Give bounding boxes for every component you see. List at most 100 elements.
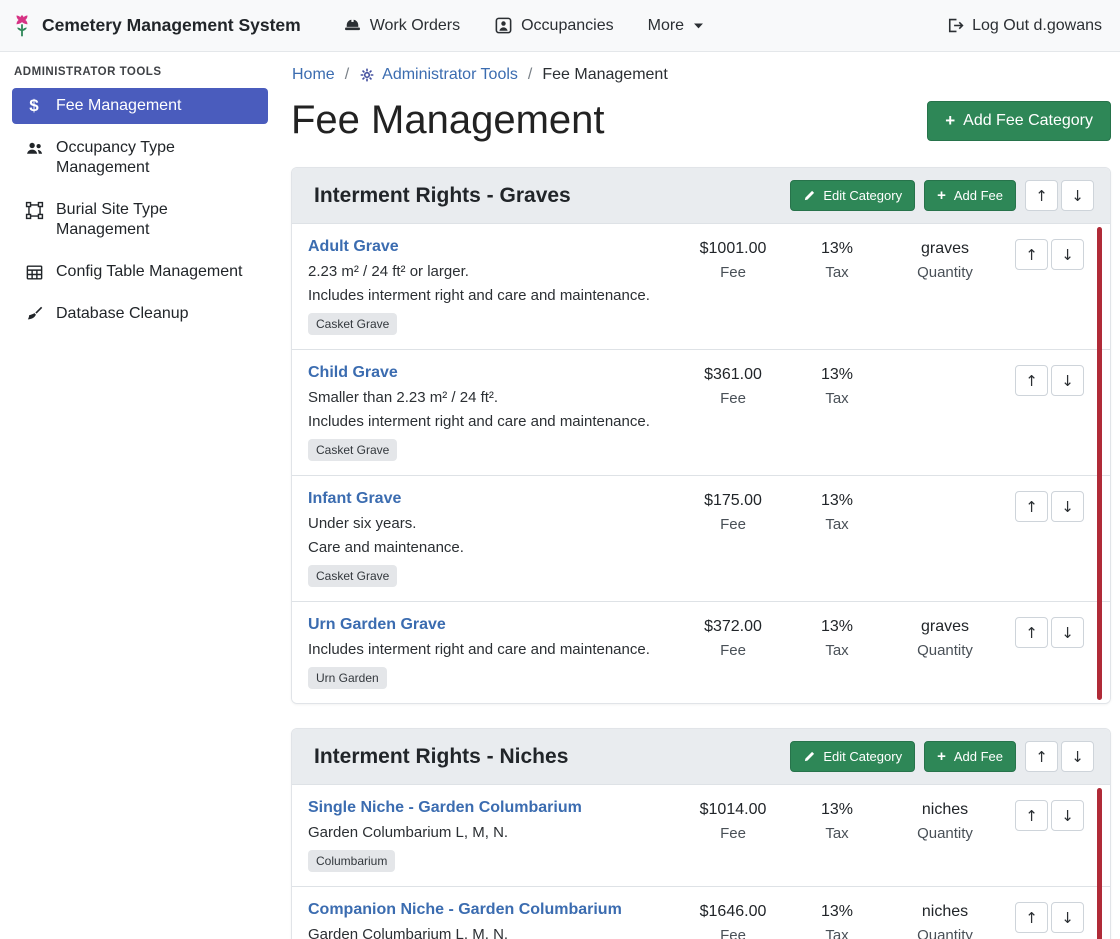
fee-row: Child Grave Smaller than 2.23 m² / 24 ft… bbox=[292, 349, 1110, 475]
category-reorder-buttons: ↑ ↓ bbox=[1025, 180, 1094, 211]
scrollbar[interactable] bbox=[1097, 788, 1102, 939]
fee-amount-label: Fee bbox=[681, 390, 785, 407]
sidebar-item-database-cleanup[interactable]: Database Cleanup bbox=[12, 296, 268, 332]
quantity-label: Quantity bbox=[889, 927, 1001, 939]
sidebar-item-burial-site-type-management[interactable]: Burial Site Type Management bbox=[12, 192, 268, 248]
sidebar-item-fee-management[interactable]: $ Fee Management bbox=[12, 88, 268, 124]
quantity-value: graves bbox=[889, 618, 1001, 636]
nav-work-orders[interactable]: Work Orders bbox=[343, 16, 460, 35]
sidebar-item-config-table-management[interactable]: Config Table Management bbox=[12, 254, 268, 290]
nav-occupancies[interactable]: Occupancies bbox=[494, 16, 614, 35]
fee-row: Urn Garden Grave Includes interment righ… bbox=[292, 601, 1110, 703]
fee-amount: $1646.00 bbox=[681, 903, 785, 921]
categories: Interment Rights - Graves Edit Category … bbox=[291, 167, 1111, 939]
person-frame-icon bbox=[494, 16, 513, 35]
category-actions: Edit Category + Add Fee ↑ ↓ bbox=[790, 741, 1094, 772]
breadcrumb-admin-tools-link[interactable]: Administrator Tools bbox=[359, 66, 518, 84]
page-header: Fee Management + Add Fee Category bbox=[291, 98, 1111, 143]
fee-name-link[interactable]: Companion Niche - Garden Columbarium bbox=[308, 901, 622, 919]
breadcrumb-separator: / bbox=[345, 66, 349, 84]
move-fee-up-button[interactable]: ↑ bbox=[1015, 800, 1048, 831]
tax-label: Tax bbox=[785, 825, 889, 842]
move-category-down-button[interactable]: ↓ bbox=[1061, 741, 1094, 772]
logout-icon bbox=[945, 16, 964, 35]
fee-reorder-buttons: ↑ ↓ bbox=[1015, 365, 1084, 396]
quantity-cell: niches Quantity bbox=[889, 799, 1001, 842]
add-fee-category-button[interactable]: + Add Fee Category bbox=[927, 101, 1111, 141]
fee-info: Single Niche - Garden Columbarium Garden… bbox=[308, 799, 681, 872]
move-fee-down-button[interactable]: ↓ bbox=[1051, 902, 1084, 933]
fee-name-link[interactable]: Child Grave bbox=[308, 364, 398, 382]
move-fee-up-button[interactable]: ↑ bbox=[1015, 365, 1048, 396]
fee-name-link[interactable]: Urn Garden Grave bbox=[308, 616, 446, 634]
logout-link[interactable]: Log Out d.gowans bbox=[945, 16, 1102, 35]
scrollbar[interactable] bbox=[1097, 227, 1102, 700]
sidebar-item-label: Occupancy Type Management bbox=[56, 138, 258, 178]
fee-amount-cell: $1001.00 Fee bbox=[681, 238, 785, 281]
move-fee-up-button[interactable]: ↑ bbox=[1015, 902, 1048, 933]
quantity-cell: graves Quantity bbox=[889, 238, 1001, 281]
fee-descriptions: Under six years.Care and maintenance. bbox=[308, 515, 671, 556]
breadcrumb-separator: / bbox=[528, 66, 532, 84]
move-fee-down-button[interactable]: ↓ bbox=[1051, 491, 1084, 522]
vector-square-icon bbox=[24, 201, 44, 220]
category-title: Interment Rights - Graves bbox=[308, 184, 790, 208]
move-fee-up-button[interactable]: ↑ bbox=[1015, 239, 1048, 270]
fee-descriptions: Garden Columbarium L, M, N. bbox=[308, 926, 671, 939]
fee-category-card: Interment Rights - Niches Edit Category … bbox=[291, 728, 1111, 939]
add-fee-button[interactable]: + Add Fee bbox=[924, 741, 1016, 772]
fee-name-link[interactable]: Single Niche - Garden Columbarium bbox=[308, 799, 582, 817]
category-header: Interment Rights - Graves Edit Category … bbox=[292, 168, 1110, 224]
fee-description: Garden Columbarium L, M, N. bbox=[308, 926, 671, 939]
fee-type-badge: Casket Grave bbox=[308, 439, 397, 461]
tax-cell: 13% Tax bbox=[785, 901, 889, 939]
move-fee-up-button[interactable]: ↑ bbox=[1015, 491, 1048, 522]
dollar-icon: $ bbox=[24, 97, 44, 115]
sidebar-item-label: Burial Site Type Management bbox=[56, 200, 258, 240]
move-category-up-button[interactable]: ↑ bbox=[1025, 741, 1058, 772]
fee-info: Urn Garden Grave Includes interment righ… bbox=[308, 616, 681, 689]
move-fee-down-button[interactable]: ↓ bbox=[1051, 365, 1084, 396]
edit-category-button[interactable]: Edit Category bbox=[790, 180, 915, 211]
brand: Cemetery Management System bbox=[10, 13, 301, 39]
fee-amount: $361.00 bbox=[681, 366, 785, 384]
breadcrumb-home-link[interactable]: Home bbox=[292, 66, 335, 84]
move-fee-down-button[interactable]: ↓ bbox=[1051, 617, 1084, 648]
move-category-down-button[interactable]: ↓ bbox=[1061, 180, 1094, 211]
fee-description: Includes interment right and care and ma… bbox=[308, 641, 671, 658]
tax-label: Tax bbox=[785, 927, 889, 939]
tax-label: Tax bbox=[785, 390, 889, 407]
fee-amount-label: Fee bbox=[681, 264, 785, 281]
fee-descriptions: Garden Columbarium L, M, N. bbox=[308, 824, 671, 841]
category-title: Interment Rights - Niches bbox=[308, 745, 790, 769]
move-fee-down-button[interactable]: ↓ bbox=[1051, 239, 1084, 270]
fee-amount-label: Fee bbox=[681, 642, 785, 659]
fee-info: Infant Grave Under six years.Care and ma… bbox=[308, 490, 681, 587]
fee-reorder-buttons: ↑ ↓ bbox=[1015, 617, 1084, 648]
sidebar-item-label: Database Cleanup bbox=[56, 304, 189, 324]
fee-name-link[interactable]: Adult Grave bbox=[308, 238, 399, 256]
plus-icon: + bbox=[945, 114, 955, 128]
tax-cell: 13% Tax bbox=[785, 238, 889, 281]
move-fee-down-button[interactable]: ↓ bbox=[1051, 800, 1084, 831]
fee-amount-cell: $361.00 Fee bbox=[681, 364, 785, 407]
move-fee-up-button[interactable]: ↑ bbox=[1015, 617, 1048, 648]
tax-cell: 13% Tax bbox=[785, 364, 889, 407]
fee-type-badge: Urn Garden bbox=[308, 667, 387, 689]
fee-amount: $1014.00 bbox=[681, 801, 785, 819]
quantity-label: Quantity bbox=[889, 642, 1001, 659]
fee-name-link[interactable]: Infant Grave bbox=[308, 490, 401, 508]
sidebar-item-occupancy-type-management[interactable]: Occupancy Type Management bbox=[12, 130, 268, 186]
quantity-value: graves bbox=[889, 240, 1001, 258]
tax-value: 13% bbox=[785, 903, 889, 921]
breadcrumb: Home / Administrator Tools / Fee Managem… bbox=[291, 66, 1111, 84]
edit-category-button[interactable]: Edit Category bbox=[790, 741, 915, 772]
fee-row: Infant Grave Under six years.Care and ma… bbox=[292, 475, 1110, 601]
add-fee-button[interactable]: + Add Fee bbox=[924, 180, 1016, 211]
nav-more[interactable]: More bbox=[648, 17, 705, 35]
fee-description: Includes interment right and care and ma… bbox=[308, 413, 671, 430]
move-category-up-button[interactable]: ↑ bbox=[1025, 180, 1058, 211]
navbar: Cemetery Management System Work Orders bbox=[0, 0, 1120, 52]
main-content: Home / Administrator Tools / Fee Managem… bbox=[280, 52, 1120, 939]
fee-list: Single Niche - Garden Columbarium Garden… bbox=[292, 785, 1110, 939]
